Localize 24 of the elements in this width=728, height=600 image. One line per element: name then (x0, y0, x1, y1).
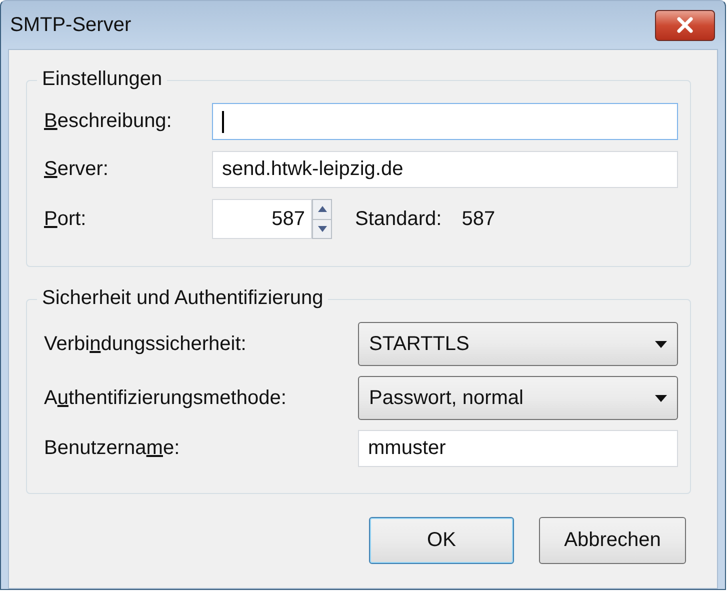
dropdown[interactable]: Passwort, normal (358, 376, 678, 420)
window-title: SMTP-Server (10, 14, 132, 36)
dropdown-caret-icon (655, 340, 667, 348)
close-button[interactable] (655, 10, 715, 40)
dropdown[interactable]: STARTTLS (358, 322, 678, 366)
ok-button[interactable]: OK (369, 517, 514, 564)
group-title: Sicherheit und Authentifizierung (37, 287, 328, 310)
default-value: 587 (462, 208, 496, 230)
field-label: Server: (44, 158, 110, 181)
input-field[interactable]: send.htwk-leipzig.de (212, 151, 678, 188)
close-icon (676, 17, 694, 33)
number-field[interactable]: 587 (212, 199, 312, 239)
field-label: Verbindungssicherheit: (44, 332, 248, 356)
field-label: Beschreibung: (44, 110, 173, 133)
default-label: Standard: (355, 208, 442, 230)
input-field[interactable] (212, 103, 678, 140)
input-field[interactable]: mmuster (358, 430, 678, 467)
field-label: Authentifizierungsmethode: (44, 386, 288, 410)
field-label: Benutzername: (44, 437, 181, 460)
field-label: Port: (44, 208, 88, 230)
cancel-button[interactable]: Abbrechen (539, 517, 686, 564)
dropdown-caret-icon (655, 394, 667, 402)
spin-buttons[interactable] (312, 199, 332, 239)
group-title: Einstellungen (37, 68, 168, 91)
